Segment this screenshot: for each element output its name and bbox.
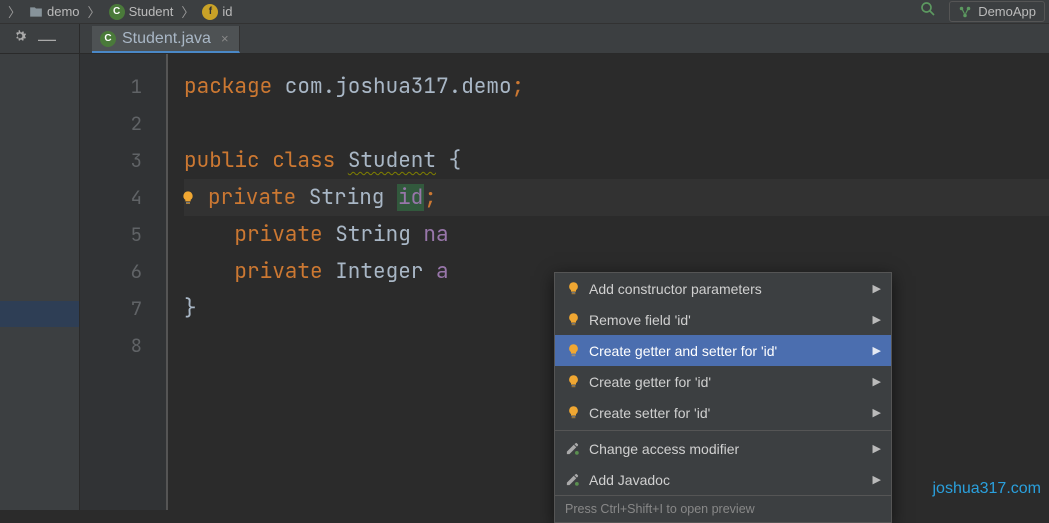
intention-item-create-getter-setter[interactable]: Create getter and setter for 'id' ▶ [555,335,891,366]
breadcrumb-label: Student [129,4,174,19]
intention-label: Create getter and setter for 'id' [589,343,777,359]
code-line: private String na [184,216,1049,253]
breadcrumb-separator: 〉 [8,2,21,21]
run-config-selector[interactable]: DemoApp [949,1,1045,22]
tab-student-java[interactable]: C Student.java × [92,26,240,53]
breadcrumb-separator: 〉 [88,2,101,21]
line-number: 5 [80,216,166,253]
intention-item-create-setter[interactable]: Create setter for 'id' ▶ [555,397,891,428]
line-number: 7 [80,290,166,327]
breadcrumb-class[interactable]: C Student [109,4,174,20]
code-line: public class Student { [184,142,1049,179]
chevron-right-icon: ▶ [873,344,881,357]
intention-popup: Add constructor parameters ▶ Remove fiel… [554,272,892,523]
intention-label: Add constructor parameters [589,281,762,297]
chevron-right-icon: ▶ [873,282,881,295]
class-icon: C [100,31,116,47]
watermark: joshua317.com [932,480,1041,498]
close-icon[interactable]: × [221,31,229,46]
folder-icon [29,5,43,19]
intention-item-create-getter[interactable]: Create getter for 'id' ▶ [555,366,891,397]
project-tool-strip: — [0,24,80,53]
bulb-icon [565,281,581,297]
chevron-right-icon: ▶ [873,406,881,419]
breadcrumb-bar: 〉 demo 〉 C Student 〉 f id DemoApp [0,0,1049,24]
popup-separator [555,430,891,431]
editor-toolbar: — C Student.java × [0,24,1049,54]
tab-label: Student.java [122,30,211,48]
topbar-right: DemoApp [919,0,1045,23]
sidebar-selection [0,301,79,327]
intention-label: Add Javadoc [589,472,670,488]
intention-label: Remove field 'id' [589,312,691,328]
line-number: 4 [80,179,166,216]
code-line [184,105,1049,142]
bulb-icon [565,343,581,359]
run-config-icon [958,5,972,19]
field-icon: f [202,4,218,20]
intention-label: Create getter for 'id' [589,374,711,390]
intention-item-add-javadoc[interactable]: Add Javadoc ▶ [555,464,891,495]
breadcrumb-folder[interactable]: demo [29,4,80,19]
action-icon [565,441,581,457]
line-gutter: 1 2 3 4 5 6 7 8 [80,54,168,510]
gear-icon[interactable] [12,28,28,49]
main-area: 1 2 3 4 5 6 7 8 package com.joshua317.de… [0,54,1049,510]
intention-item-remove-field[interactable]: Remove field 'id' ▶ [555,304,891,335]
line-number: 8 [80,327,166,364]
code-editor[interactable]: 1 2 3 4 5 6 7 8 package com.joshua317.de… [80,54,1049,510]
chevron-right-icon: ▶ [873,442,881,455]
action-icon [565,472,581,488]
project-sidebar[interactable] [0,54,80,510]
intention-item-add-constructor-params[interactable]: Add constructor parameters ▶ [555,273,891,304]
code-line-current: private String id; [184,179,1049,216]
line-number: 3 [80,142,166,179]
breadcrumb-separator: 〉 [181,2,194,21]
breadcrumb-label: demo [47,4,80,19]
line-number: 1 [80,68,166,105]
line-number: 2 [80,105,166,142]
code-line: package com.joshua317.demo; [184,68,1049,105]
breadcrumb-field[interactable]: f id [202,4,232,20]
bulb-icon [565,374,581,390]
breadcrumb[interactable]: 〉 demo 〉 C Student 〉 f id [4,2,233,21]
hide-icon[interactable]: — [38,30,56,48]
chevron-right-icon: ▶ [873,313,881,326]
line-number: 6 [80,253,166,290]
breadcrumb-label: id [222,4,232,19]
intention-label: Create setter for 'id' [589,405,710,421]
intention-item-change-access-modifier[interactable]: Change access modifier ▶ [555,433,891,464]
search-icon[interactable] [919,0,937,23]
intention-bulb-icon[interactable] [180,190,196,206]
chevron-right-icon: ▶ [873,375,881,388]
bulb-icon [565,312,581,328]
run-config-label: DemoApp [978,4,1036,19]
chevron-right-icon: ▶ [873,473,881,486]
class-icon: C [109,4,125,20]
popup-hint: Press Ctrl+Shift+I to open preview [555,495,891,522]
intention-label: Change access modifier [589,441,739,457]
bulb-icon [565,405,581,421]
editor-tabs: C Student.java × [92,24,240,53]
